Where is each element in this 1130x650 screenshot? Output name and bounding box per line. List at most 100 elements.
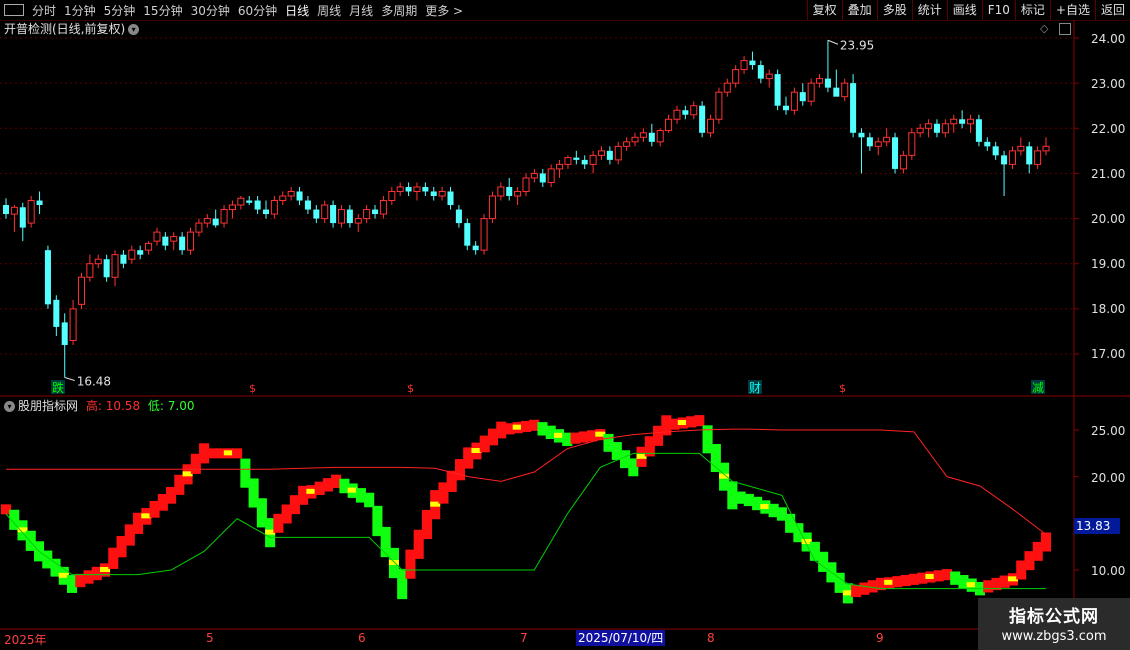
event-marker: 减 [1032,381,1044,395]
y-tick-label: 19.00 [1091,257,1126,271]
y-tick-label: 17.00 [1091,347,1126,361]
candle-body-up [916,127,924,134]
candle-body-down [858,132,865,138]
candle-body-up [597,150,606,156]
candle-body-down [866,137,873,147]
candle-body-up [1008,150,1016,165]
indicator-block [364,492,375,508]
candle-body-down [959,119,966,124]
y-tick-label: 20.00 [1091,212,1126,226]
candle-body-up [656,130,664,143]
cursor-date-label: 2025/07/10/四 [576,630,666,646]
x-tick-label: 2025年 [4,633,47,647]
candle-body-down [648,132,655,142]
candle-body-up [438,190,446,197]
low-annotation: 16.48 [77,374,111,388]
candle-body-down [581,159,588,165]
candle-body-down [824,78,831,88]
candle-body-down [699,105,706,133]
candle-body-down [44,250,51,305]
candle-body-up [790,91,798,111]
watermark: 指标公式网 www.zbgs3.com [978,598,1130,650]
candle-body-down [330,205,337,224]
high-annotation: 23.95 [840,38,874,52]
candle-body-up [883,136,891,143]
candle-body-down [212,218,219,226]
candle-body-up [1042,145,1050,152]
candle-body-down [757,65,764,79]
candle-body-up [145,242,153,251]
candle-body-down [1001,155,1008,165]
candle-body-down [61,322,68,345]
event-markers: 跌 $ $ 财 $ 减 [51,380,1045,395]
candle-body-up [966,118,975,125]
candle-body-up [807,82,815,102]
indicator-block [694,415,705,427]
candle-body-up [413,186,421,192]
candle-body-up [765,73,773,80]
candle-body-down [179,236,186,251]
watermark-title: 指标公式网 [1009,607,1099,627]
candle-body-up [77,276,86,305]
candle-body-up [228,204,236,211]
candle-body-down [19,207,26,228]
candle-body-down [749,60,756,66]
candle-body-down [313,209,320,219]
chart-canvas[interactable]: 23.95 16.48 跌 $ $ 财 $ 减 [0,0,1130,650]
candle-body-up [237,197,245,206]
candle-body-down [36,200,43,206]
y-tick-label: 23.00 [1091,77,1126,91]
candle-body-down [850,83,857,133]
candle-body-down [464,223,471,246]
candle-body-down [53,299,60,327]
candle-body-up [514,190,522,197]
candle-body-down [992,146,999,156]
candle-body-up [488,195,496,220]
candle-body-up [10,206,18,215]
candle-body-up [220,209,228,224]
candle-body-up [899,154,907,170]
y-tick-label: 21.00 [1091,167,1126,181]
candle-body-up [94,258,102,265]
candle-body-up [556,163,564,170]
candle-body-down [774,74,781,106]
indicator-red-line [6,428,1047,535]
candle-body-down [933,123,940,133]
candle-body-down [682,110,689,115]
candle-body-up [950,118,958,125]
candle-body-down [246,200,253,203]
candle-body-up [170,236,178,242]
candle-body-up [639,132,647,138]
candle-body-up [1017,145,1025,152]
candle-body-up [388,190,396,202]
candle-body-up [631,136,639,143]
candle-body-up [547,168,555,183]
candle-body-up [522,177,530,192]
candle-body-up [153,231,161,242]
x-tick-label: 5 [206,631,214,645]
candle-body-down [2,205,10,215]
candle-body-up [287,190,295,197]
candle-body-down [833,87,840,97]
candle-body-down [472,245,479,251]
grid-lines [0,20,1130,650]
x-tick-label: 8 [707,631,715,645]
candle-body-up [614,145,622,161]
candle-body-up [908,132,916,156]
dollar-marker: $ [249,382,256,395]
candle-body-up [354,218,362,224]
candle-body-up [27,200,35,224]
x-tick-label: 7 [520,631,528,645]
candle-body-up [1034,150,1042,165]
watermark-url: www.zbgs3.com [1001,629,1107,644]
candle-body-up [941,123,949,134]
candle-body-down [304,200,311,210]
y-tick-label: 18.00 [1091,302,1126,316]
indicator-block [1040,532,1052,552]
indicator-current-value: 13.83 [1074,518,1120,534]
candle-body-up [715,91,723,120]
candle-body-down [346,209,353,224]
candle-body-up [925,123,933,129]
candle-body-down [573,157,580,160]
x-tick-label: 9 [876,631,884,645]
